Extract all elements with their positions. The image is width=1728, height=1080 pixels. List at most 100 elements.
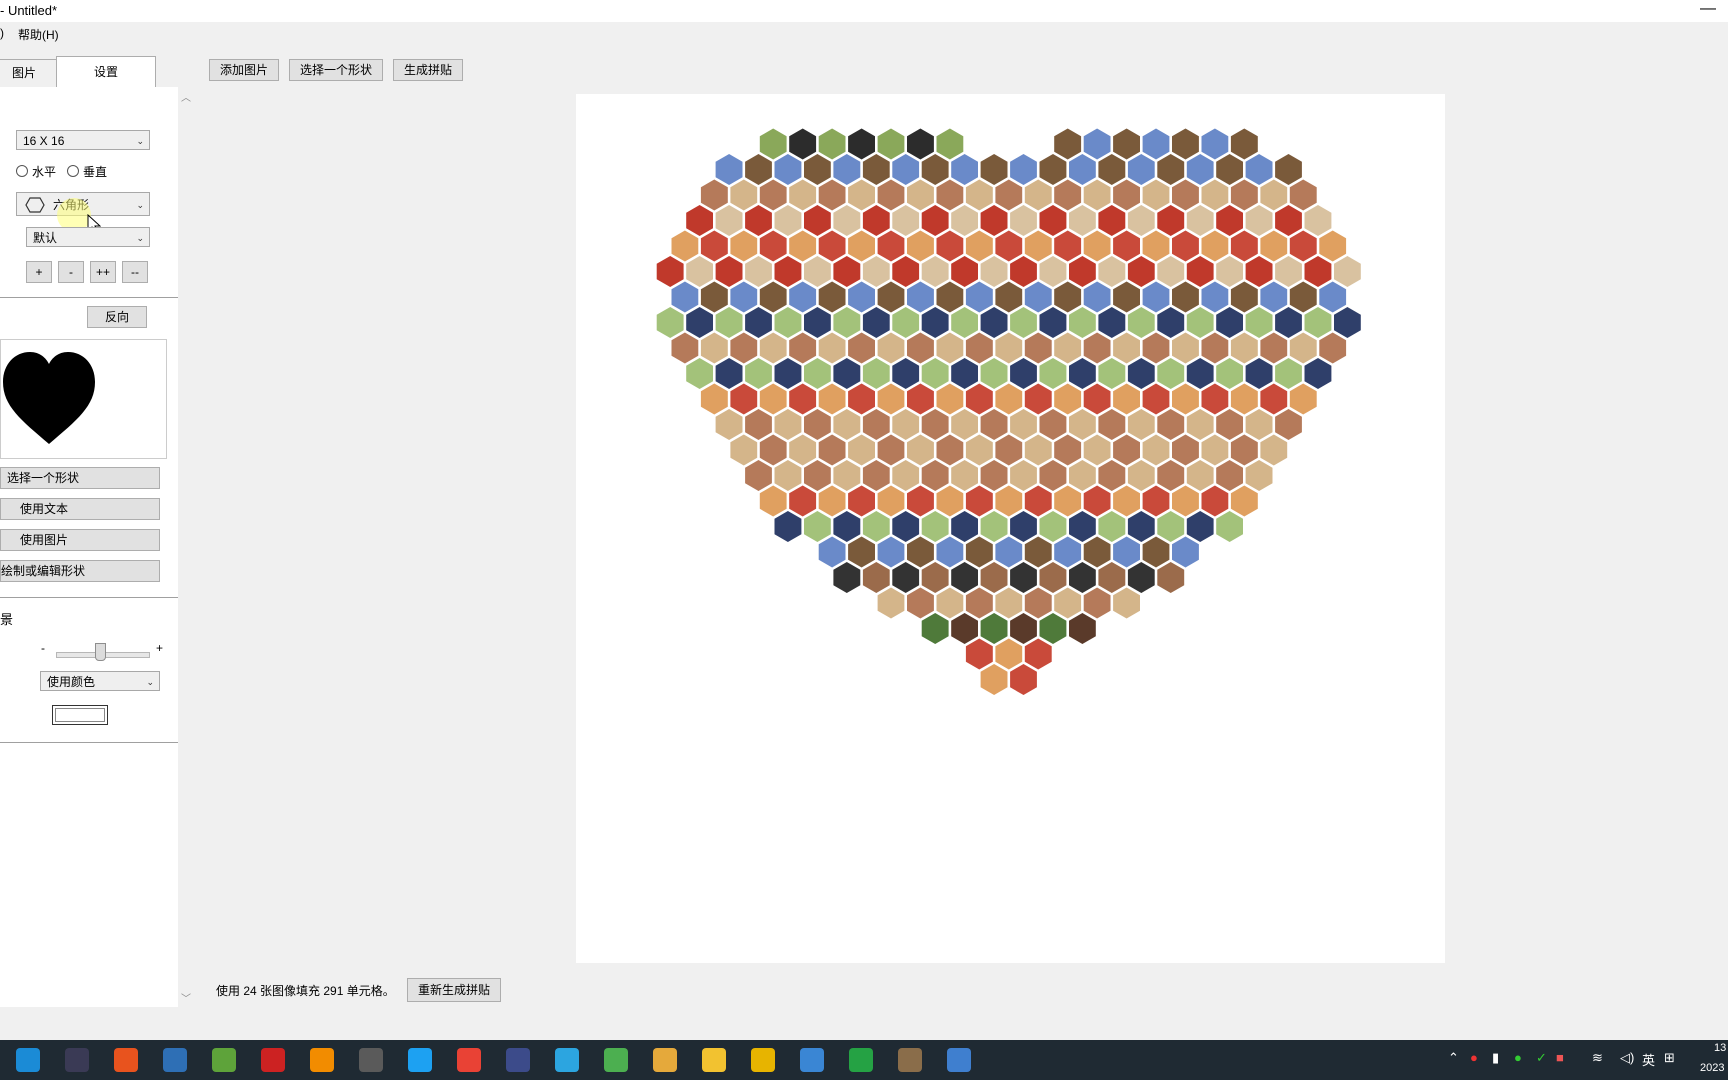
hex-photo-cell — [1083, 179, 1111, 211]
size-increase-button[interactable]: + — [26, 261, 52, 283]
radio-horizontal[interactable]: 水平 — [16, 163, 56, 180]
taskbar-app-icon[interactable] — [604, 1048, 628, 1072]
slider-minus-label: - — [41, 641, 45, 655]
taskbar-app-icon[interactable] — [506, 1048, 530, 1072]
hex-photo-cell — [789, 281, 817, 313]
hex-photo-cell — [892, 205, 920, 236]
use-text-button[interactable]: 使用文本 — [0, 498, 160, 520]
taskbar-app-icon[interactable] — [408, 1048, 432, 1072]
taskbar-app-icon[interactable] — [212, 1048, 236, 1072]
taskbar-app-icon[interactable] — [359, 1048, 383, 1072]
radio-vertical[interactable]: 垂直 — [67, 163, 107, 180]
draw-edit-shape-button[interactable]: 绘制或编辑形状 — [0, 560, 160, 582]
hex-photo-cell — [1230, 434, 1258, 466]
reverse-button[interactable]: 反向 — [87, 306, 147, 328]
regenerate-button[interactable]: 重新生成拼贴 — [407, 978, 501, 1002]
hex-photo-cell — [936, 485, 964, 517]
hex-photo-cell — [700, 332, 728, 364]
fill-mode-select[interactable]: 使用颜色 ⌄ — [40, 671, 160, 691]
taskbar-app-icon[interactable] — [800, 1048, 824, 1072]
taskbar-app-icon[interactable] — [849, 1048, 873, 1072]
taskbar-app-icon[interactable] — [163, 1048, 187, 1072]
hex-photo-cell — [892, 511, 920, 542]
tab-settings[interactable]: 设置 — [56, 56, 156, 87]
background-color-swatch[interactable] — [52, 705, 108, 725]
size-decrease-button[interactable]: - — [58, 261, 84, 283]
status-bar — [0, 1012, 1728, 1038]
hex-photo-cell — [818, 536, 846, 568]
hex-photo-cell — [1083, 230, 1111, 262]
opacity-slider-thumb[interactable] — [95, 643, 106, 661]
minimize-button[interactable]: — — [1700, 0, 1716, 18]
hex-photo-cell — [818, 281, 846, 313]
hex-photo-cell — [848, 332, 875, 364]
hex-photo-cell — [1127, 256, 1155, 287]
hex-photo-cell — [1304, 205, 1332, 236]
style-select[interactable]: 默认 ⌄ — [26, 227, 150, 247]
panel-scrollbar[interactable]: ︿ ﹀ — [178, 87, 194, 1007]
choose-shape-button[interactable]: 选择一个形状 — [0, 467, 160, 489]
microphone-icon[interactable]: ▮ — [1492, 1050, 1499, 1066]
hex-photo-cell — [745, 460, 772, 491]
hex-photo-cell — [745, 205, 772, 236]
hex-photo-cell — [1010, 460, 1037, 491]
hex-photo-cell — [1127, 358, 1155, 389]
volume-icon[interactable]: ◁) — [1620, 1050, 1634, 1066]
wechat-tray-icon[interactable]: ● — [1514, 1050, 1522, 1065]
hex-photo-cell — [789, 434, 817, 466]
hex-photo-cell — [907, 332, 934, 364]
taskbar-app-icon[interactable] — [555, 1048, 579, 1072]
menu-item-partial[interactable]: ) — [0, 26, 4, 40]
hex-photo-cell — [1010, 511, 1037, 542]
hex-photo-cell — [951, 256, 978, 287]
taskbar-app-icon[interactable] — [898, 1048, 922, 1072]
taskbar-app-icon[interactable] — [114, 1048, 138, 1072]
hex-photo-cell — [1172, 281, 1199, 313]
hex-photo-cell — [1024, 587, 1052, 619]
taskbar-app-icon[interactable] — [16, 1048, 40, 1072]
scroll-down-icon[interactable]: ﹀ — [181, 990, 191, 1005]
hex-photo-cell — [1127, 205, 1155, 236]
hex-photo-cell — [1142, 128, 1170, 160]
taskbar-app-icon[interactable] — [702, 1048, 726, 1072]
taskbar-app-icon[interactable] — [65, 1048, 89, 1072]
hex-photo-cell — [774, 460, 802, 491]
panel-tabs: 图片 设置 — [0, 56, 196, 87]
hex-photo-cell — [1083, 587, 1111, 619]
hex-photo-cell — [951, 613, 978, 644]
taskbar-app-icon[interactable] — [653, 1048, 677, 1072]
choose-shape-toolbar-button[interactable]: 选择一个形状 — [289, 59, 383, 81]
hex-photo-cell — [1157, 205, 1185, 236]
wifi-icon[interactable]: ≋ — [1592, 1050, 1603, 1066]
hex-photo-cell — [936, 230, 964, 262]
hex-photo-cell — [745, 154, 772, 185]
size-increase-more-button[interactable]: ++ — [90, 261, 116, 283]
size-decrease-more-button[interactable]: -- — [122, 261, 148, 283]
generate-collage-button[interactable]: 生成拼贴 — [393, 59, 463, 81]
keyboard-icon[interactable]: ⊞ — [1664, 1050, 1675, 1066]
collage-canvas[interactable] — [576, 94, 1445, 963]
check-icon[interactable]: ✓ — [1536, 1050, 1547, 1066]
taskbar-app-icon[interactable] — [751, 1048, 775, 1072]
hex-photo-cell — [1275, 205, 1302, 236]
add-images-button[interactable]: 添加图片 — [209, 59, 279, 81]
grid-size-select[interactable]: 16 X 16 ⌄ — [16, 130, 150, 150]
hex-photo-cell — [907, 536, 934, 568]
hex-photo-cell — [1157, 358, 1185, 389]
taskbar-app-icon[interactable] — [457, 1048, 481, 1072]
app-tray-icon[interactable]: ■ — [1556, 1050, 1564, 1065]
taskbar-app-icon[interactable] — [947, 1048, 971, 1072]
menu-item-help[interactable]: 帮助(H) — [18, 26, 59, 43]
hex-photo-cell — [1024, 536, 1052, 568]
tab-images[interactable]: 图片 — [0, 59, 58, 86]
clock-time: 13 — [1714, 1042, 1727, 1054]
ime-indicator[interactable]: 英 — [1642, 1050, 1655, 1069]
tray-up-arrow-icon[interactable]: ⌃ — [1448, 1050, 1459, 1066]
use-image-button[interactable]: 使用图片 — [0, 529, 160, 551]
record-icon[interactable]: ● — [1470, 1050, 1478, 1065]
scroll-up-icon[interactable]: ︿ — [181, 89, 191, 104]
taskbar-app-icon[interactable] — [261, 1048, 285, 1072]
taskbar-app-icon[interactable] — [310, 1048, 334, 1072]
hex-photo-cell — [774, 205, 802, 236]
hex-photo-cell — [951, 409, 978, 440]
